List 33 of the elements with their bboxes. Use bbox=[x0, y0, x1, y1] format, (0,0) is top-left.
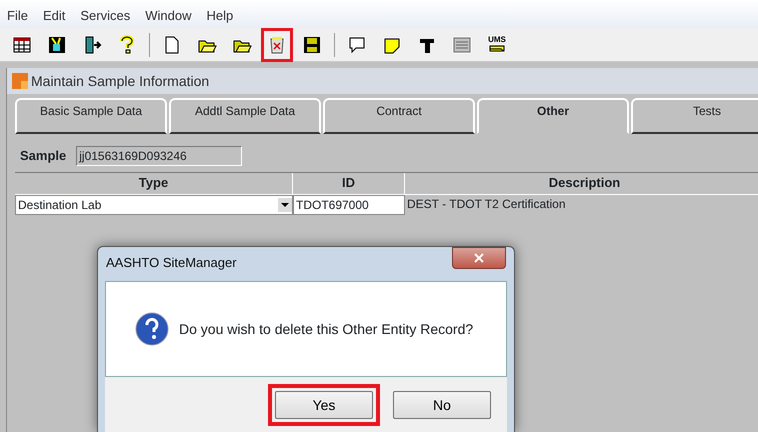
tab[interactable]: Other bbox=[477, 98, 629, 134]
toolbar-button[interactable]: UMS bbox=[485, 32, 509, 58]
help-icon bbox=[117, 34, 137, 54]
tab[interactable]: Tests bbox=[631, 98, 758, 134]
tray-icon bbox=[487, 44, 507, 54]
dialog-message: Do you wish to delete this Other Entity Record? bbox=[179, 320, 474, 339]
speech-bubble-icon bbox=[347, 34, 367, 54]
list-icon bbox=[452, 34, 472, 54]
floppy-icon bbox=[302, 34, 322, 54]
ums-label: UMS bbox=[488, 36, 506, 44]
dialog-button[interactable]: Yes bbox=[275, 391, 373, 419]
sample-label: Sample bbox=[20, 147, 66, 166]
close-icon bbox=[474, 253, 484, 263]
sample-field[interactable]: jj01563169D093246 bbox=[76, 146, 242, 166]
type-dropdown[interactable]: Destination Lab bbox=[15, 195, 293, 215]
tab[interactable]: Basic Sample Data bbox=[15, 98, 167, 134]
grid-icon bbox=[12, 34, 32, 54]
dialog-title: AASHTO SiteManager bbox=[106, 255, 237, 270]
tab[interactable]: Addtl Sample Data bbox=[169, 98, 321, 134]
question-icon bbox=[135, 312, 169, 346]
menu-item[interactable]: Window bbox=[138, 0, 200, 28]
close-button[interactable] bbox=[452, 247, 506, 269]
dialog-button[interactable]: No bbox=[393, 391, 491, 419]
table-cell: TDOT697000 bbox=[293, 195, 405, 215]
column-header: Description bbox=[405, 173, 758, 195]
menu-item[interactable]: File bbox=[0, 0, 36, 28]
menu-item[interactable]: Edit bbox=[36, 0, 74, 28]
menu-item[interactable]: Help bbox=[199, 0, 242, 28]
menu-item[interactable]: Services bbox=[73, 0, 138, 28]
tab[interactable]: Contract bbox=[323, 98, 475, 134]
app-icon bbox=[12, 73, 28, 89]
window-title: Maintain Sample Information bbox=[31, 72, 210, 91]
table-cell-text: DEST - TDOT T2 Certification bbox=[406, 196, 566, 213]
